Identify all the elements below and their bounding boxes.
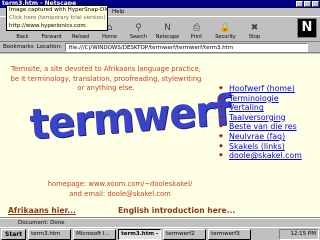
minimize-button[interactable] — [296, 1, 303, 7]
contact-block: homepage: www.xoom.com/~dooleskakel/ and… — [40, 180, 200, 199]
lock-icon: 🔒 — [219, 23, 232, 33]
stop-icon: ✖ — [250, 23, 259, 33]
nav-link[interactable]: Terminologie — [219, 94, 319, 104]
toolbar-button-label: Search — [129, 34, 148, 40]
taskbar-task[interactable]: termwerf2 — [163, 228, 207, 240]
toolbar-stop-button[interactable]: ✖ Stop — [240, 17, 269, 42]
homepage-line: homepage: www.xoom.com/~dooleskakel/ — [47, 180, 193, 188]
url-field[interactable]: file:///C|/WINDOWS/DESKTOP/termwerf/term… — [64, 42, 308, 52]
start-button[interactable]: Start — [1, 228, 27, 240]
toolbar-button-label: Security — [215, 34, 236, 40]
system-clock: 12:15 PM — [279, 228, 319, 240]
english-link[interactable]: English introduction here... — [118, 206, 235, 215]
capture-tooltip[interactable]: Image captured with HyperSnap-DX Click h… — [6, 5, 108, 31]
termwerf-logo: termwerf — [28, 85, 232, 149]
toolbar-netscape-button[interactable]: N Netscape — [153, 17, 182, 42]
window-controls — [296, 1, 319, 7]
page-content: Termsite, a site devoted to Afrikaans la… — [0, 54, 320, 218]
status-text: Document: Done — [18, 220, 65, 226]
toolbar-button-label: Back — [16, 34, 29, 40]
nav-link[interactable]: Taalversorging — [219, 113, 319, 123]
taskbar-task[interactable]: Microsoft I... — [73, 228, 117, 240]
menu-help[interactable]: Help — [112, 9, 125, 15]
tooltip-line3: http://www.hyperionics.com — [9, 23, 86, 29]
toolbar-print-button[interactable]: ⎙ Print — [182, 17, 211, 42]
location-label: Location: — [36, 44, 62, 50]
nav-link[interactable]: Hoofwerf (home) — [219, 84, 319, 94]
nav-link[interactable]: Neulvrae (faq) — [219, 132, 319, 142]
tooltip-line2: Click here (temporary trial version) — [9, 15, 106, 21]
toolbar-button-label: Forward — [41, 34, 62, 40]
status-bar: Document: Done — [0, 218, 320, 227]
taskbar: Start term3.htm Microsoft I... term3.htm -… — [0, 227, 320, 240]
tooltip-line1: Image captured with HyperSnap-DX — [9, 7, 108, 13]
taskbar-task[interactable]: term3.htm — [28, 228, 72, 240]
site-nav: Hoofwerf (home)TerminologieVertalingTaal… — [219, 84, 319, 161]
bookmarks-button[interactable]: Bookmarks — [3, 44, 34, 50]
toolbar-button-label: Stop — [248, 34, 261, 40]
toolbar-button-label: Reload — [71, 34, 89, 40]
taskbar-task[interactable]: termwerf3 — [208, 228, 252, 240]
close-button[interactable] — [312, 1, 319, 7]
toolbar-button-label: Home — [102, 34, 117, 40]
afrikaans-link[interactable]: Afrikaans hier... — [8, 206, 76, 215]
nav-link[interactable]: Beste van die res — [219, 122, 319, 132]
search-icon: ⚲ — [135, 23, 142, 33]
location-bar: Bookmarks Location: file:///C|/WINDOWS/D… — [0, 42, 320, 53]
netscape-logo: N — [297, 18, 317, 38]
taskbar-task[interactable]: term3.htm - Netsc... — [118, 228, 162, 240]
toolbar-search-button[interactable]: ⚲ Search — [124, 17, 153, 42]
nav-link[interactable]: Vertaling — [219, 103, 319, 113]
toolbar-security-button[interactable]: 🔒 Security — [211, 17, 240, 42]
print-icon: ⎙ — [192, 23, 201, 33]
nav-link[interactable]: doole@skakel.com — [219, 151, 319, 161]
nav-link[interactable]: Skakels (links) — [219, 142, 319, 152]
toolbar-button-label: Print — [190, 34, 203, 40]
browser-window: term3.htm - Netscape Image captured with… — [0, 0, 320, 240]
toolbar-button-label: Netscape — [155, 34, 180, 40]
netscape-icon: N — [164, 23, 171, 33]
email-line: and email: doole@skakel.com — [69, 189, 171, 198]
maximize-button[interactable] — [304, 1, 311, 7]
